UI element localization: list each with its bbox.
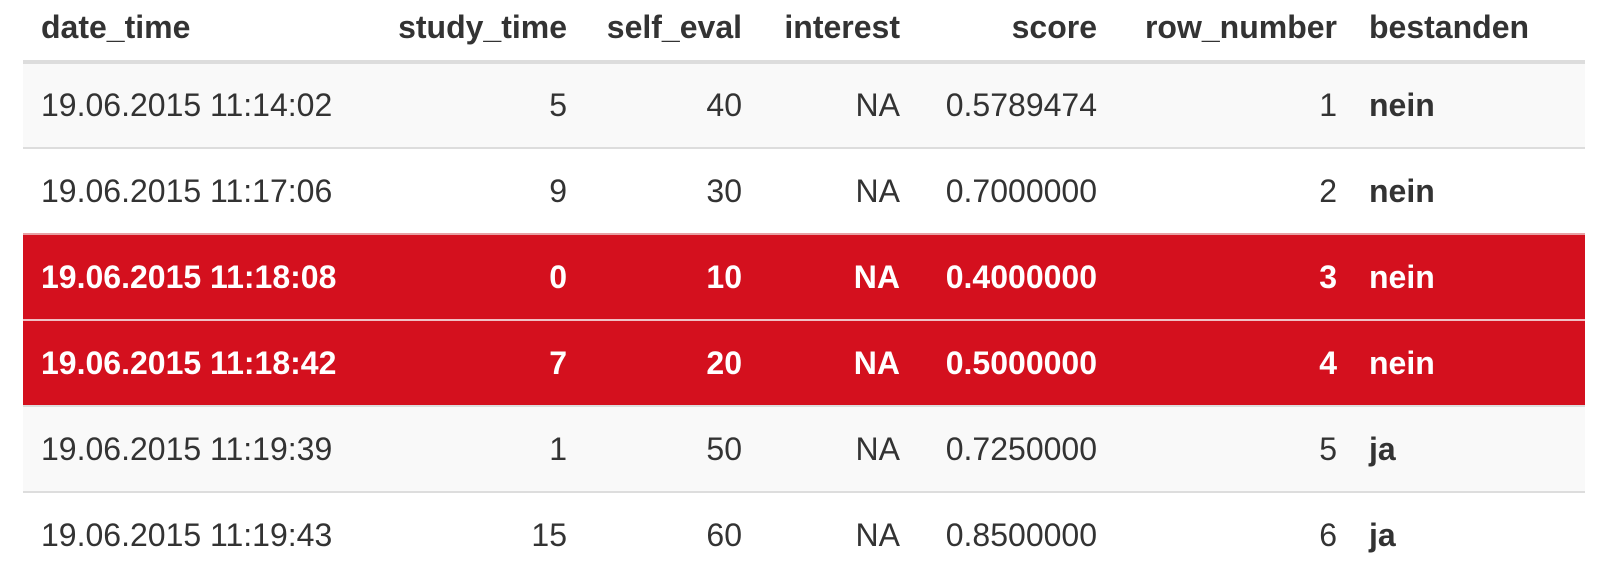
table-row: 19.06.2015 11:17:06 9 30 NA 0.7000000 2 nein xyxy=(23,147,1585,234)
table-row-highlighted: 19.06.2015 11:18:42 7 20 NA 0.5000000 4 nein xyxy=(23,319,1585,406)
column-header-score: score xyxy=(914,0,1111,64)
cell-date-time: 19.06.2015 11:18:42 xyxy=(23,319,383,406)
cell-self-eval: 40 xyxy=(581,61,756,148)
table-row-highlighted: 19.06.2015 11:18:08 0 10 NA 0.4000000 3 nein xyxy=(23,233,1585,320)
cell-row-number: 4 xyxy=(1111,319,1351,406)
cell-date-time: 19.06.2015 11:14:02 xyxy=(23,61,383,148)
table-row: 19.06.2015 11:19:43 15 60 NA 0.8500000 6 ja xyxy=(23,491,1585,578)
cell-interest: NA xyxy=(756,319,914,406)
cell-score: 0.5000000 xyxy=(914,319,1111,406)
cell-row-number: 6 xyxy=(1111,491,1351,578)
cell-score: 0.8500000 xyxy=(914,491,1111,578)
cell-interest: NA xyxy=(756,491,914,578)
cell-self-eval: 60 xyxy=(581,491,756,578)
cell-bestanden: nein xyxy=(1351,147,1585,234)
cell-date-time: 19.06.2015 11:19:39 xyxy=(23,405,383,492)
cell-interest: NA xyxy=(756,233,914,320)
cell-bestanden: nein xyxy=(1351,61,1585,148)
cell-study-time: 5 xyxy=(383,61,581,148)
cell-bestanden: nein xyxy=(1351,319,1585,406)
cell-study-time: 15 xyxy=(383,491,581,578)
cell-score: 0.5789474 xyxy=(914,61,1111,148)
cell-self-eval: 50 xyxy=(581,405,756,492)
cell-interest: NA xyxy=(756,405,914,492)
column-header-row-number: row_number xyxy=(1111,0,1351,64)
cell-interest: NA xyxy=(756,61,914,148)
cell-interest: NA xyxy=(756,147,914,234)
cell-row-number: 2 xyxy=(1111,147,1351,234)
cell-study-time: 0 xyxy=(383,233,581,320)
table-row: 19.06.2015 11:14:02 5 40 NA 0.5789474 1 nein xyxy=(23,61,1585,148)
column-header-self-eval: self_eval xyxy=(581,0,756,64)
cell-study-time: 7 xyxy=(383,319,581,406)
table-body: 19.06.2015 11:14:02 5 40 NA 0.5789474 1 nein 19… xyxy=(23,61,1585,578)
header-row: date_time study_time self_eval interest … xyxy=(23,0,1585,64)
table-header: date_time study_time self_eval interest … xyxy=(23,0,1585,64)
cell-score: 0.4000000 xyxy=(914,233,1111,320)
column-header-bestanden: bestanden xyxy=(1351,0,1585,64)
cell-score: 0.7000000 xyxy=(914,147,1111,234)
cell-date-time: 19.06.2015 11:18:08 xyxy=(23,233,383,320)
cell-score: 0.7250000 xyxy=(914,405,1111,492)
cell-study-time: 1 xyxy=(383,405,581,492)
cell-self-eval: 30 xyxy=(581,147,756,234)
cell-bestanden: ja xyxy=(1351,405,1585,492)
table-row: 19.06.2015 11:19:39 1 50 NA 0.7250000 5 ja xyxy=(23,405,1585,492)
cell-bestanden: nein xyxy=(1351,233,1585,320)
data-table: date_time study_time self_eval interest … xyxy=(23,0,1585,578)
cell-study-time: 9 xyxy=(383,147,581,234)
cell-bestanden: ja xyxy=(1351,491,1585,578)
data-table-container: date_time study_time self_eval interest … xyxy=(23,0,1585,578)
column-header-interest: interest xyxy=(756,0,914,64)
cell-date-time: 19.06.2015 11:19:43 xyxy=(23,491,383,578)
cell-self-eval: 10 xyxy=(581,233,756,320)
cell-row-number: 3 xyxy=(1111,233,1351,320)
column-header-date-time: date_time xyxy=(23,0,383,64)
column-header-study-time: study_time xyxy=(383,0,581,64)
cell-row-number: 1 xyxy=(1111,61,1351,148)
cell-self-eval: 20 xyxy=(581,319,756,406)
cell-row-number: 5 xyxy=(1111,405,1351,492)
cell-date-time: 19.06.2015 11:17:06 xyxy=(23,147,383,234)
